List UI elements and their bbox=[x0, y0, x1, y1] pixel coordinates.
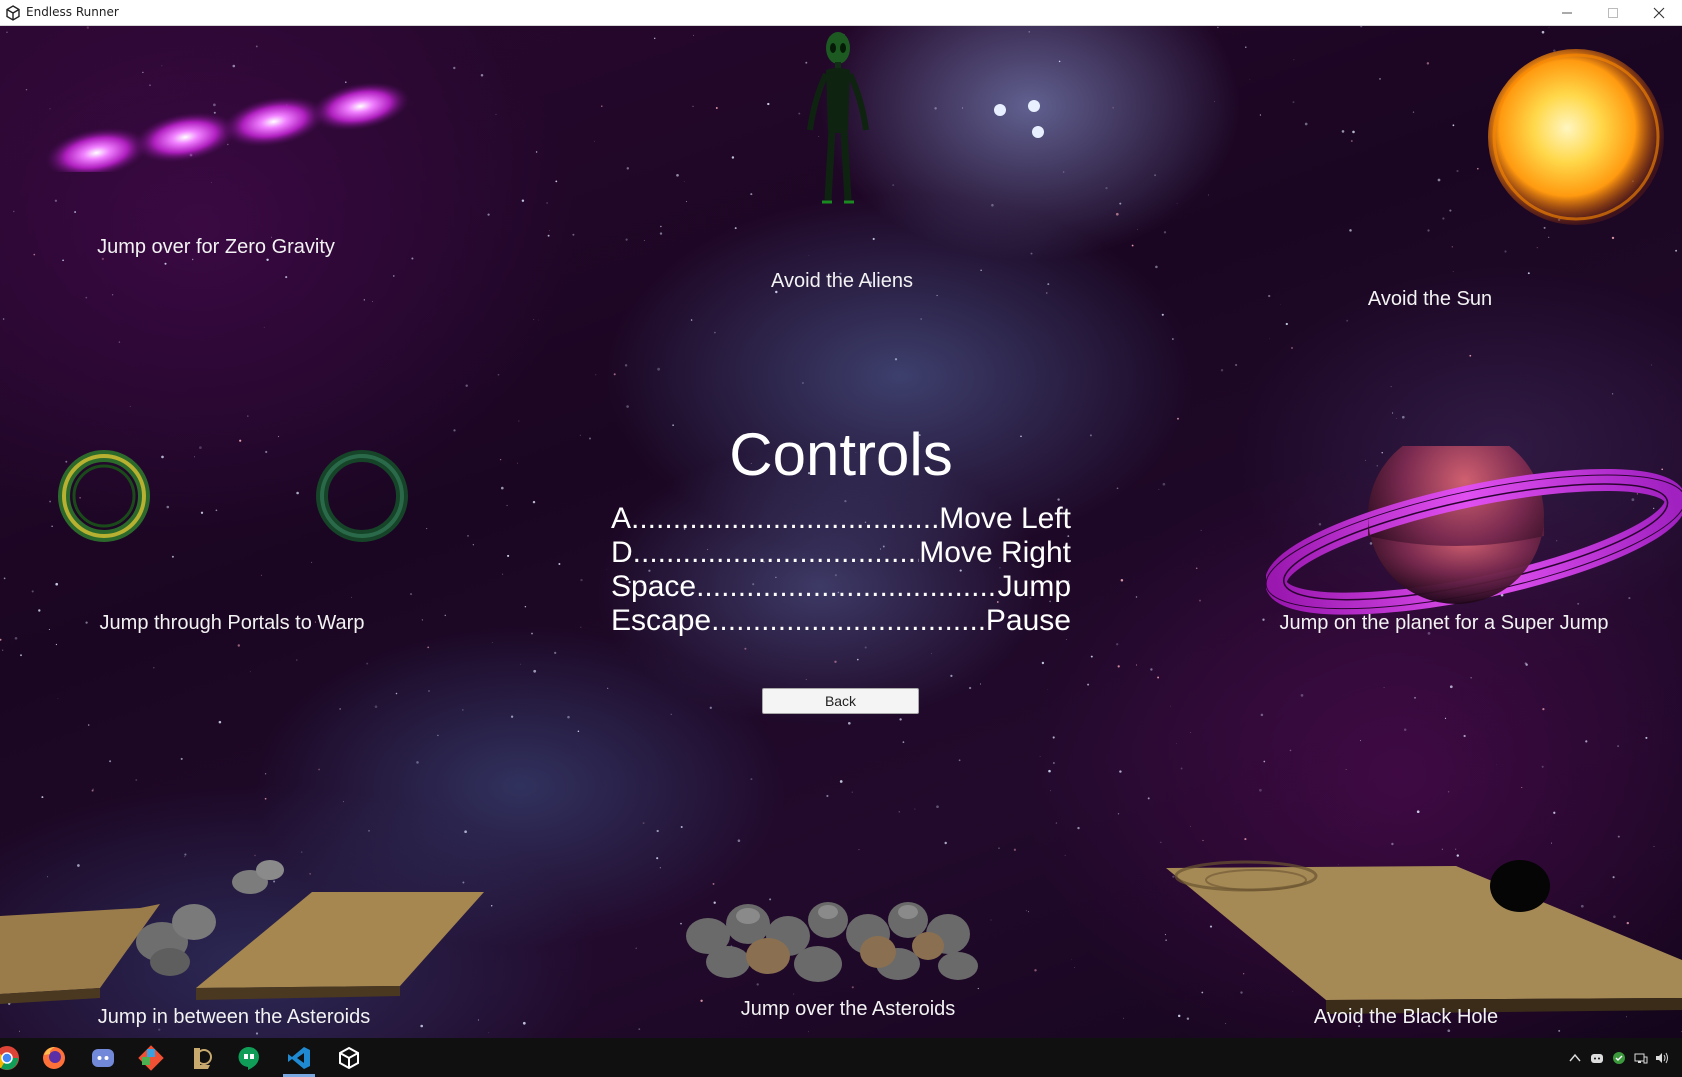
sun-icon bbox=[1488, 49, 1664, 225]
maximize-icon bbox=[1608, 8, 1618, 18]
ringed-planet-icon bbox=[1266, 446, 1682, 615]
git-icon[interactable] bbox=[138, 1045, 164, 1071]
hint-black-hole: Avoid the Black Hole bbox=[1313, 1006, 1499, 1028]
minimize-icon bbox=[1562, 12, 1572, 14]
hint-zero-gravity: Jump over for Zero Gravity bbox=[97, 236, 335, 258]
volume-icon[interactable] bbox=[1655, 1051, 1669, 1065]
shield-tray-icon[interactable] bbox=[1612, 1051, 1626, 1065]
control-action: Pause bbox=[985, 604, 1071, 637]
close-icon bbox=[1653, 7, 1665, 19]
hint-sun: Avoid the Sun bbox=[1367, 288, 1493, 310]
leader-dots bbox=[696, 570, 998, 604]
controls-list: A Move Left D Move Right Space Jump Esca… bbox=[611, 502, 1071, 638]
discord-tray-icon[interactable] bbox=[1590, 1051, 1604, 1065]
black-hole-platform-icon bbox=[1166, 860, 1682, 1014]
vscode-icon[interactable] bbox=[286, 1045, 312, 1071]
controls-title: Controls bbox=[729, 421, 953, 488]
control-row: A Move Left bbox=[611, 502, 1071, 536]
control-action: Move Right bbox=[919, 536, 1071, 569]
control-row: D Move Right bbox=[611, 536, 1071, 570]
league-icon[interactable] bbox=[188, 1045, 214, 1071]
back-button[interactable]: Back bbox=[762, 688, 919, 714]
network-icon[interactable] bbox=[1634, 1051, 1648, 1065]
maximize-button[interactable] bbox=[1590, 0, 1636, 26]
minimize-button[interactable] bbox=[1544, 0, 1590, 26]
control-row: Escape Pause bbox=[611, 604, 1071, 638]
portal-icon bbox=[316, 450, 408, 542]
chevron-up-icon[interactable] bbox=[1568, 1051, 1582, 1065]
leader-dots bbox=[711, 604, 986, 638]
control-key: Space bbox=[611, 570, 697, 603]
unity-icon[interactable] bbox=[336, 1045, 362, 1071]
alien-icon bbox=[807, 32, 869, 204]
control-row: Space Jump bbox=[611, 570, 1071, 604]
control-action: Move Left bbox=[939, 502, 1071, 535]
unity-icon bbox=[6, 5, 20, 21]
portal-icon bbox=[58, 450, 150, 542]
firefox-icon[interactable] bbox=[41, 1045, 67, 1071]
leader-dots bbox=[631, 502, 939, 536]
taskbar bbox=[0, 1038, 1682, 1077]
window-title: Endless Runner bbox=[26, 5, 119, 19]
control-key: D bbox=[611, 536, 633, 569]
control-action: Jump bbox=[997, 570, 1071, 603]
hint-planet: Jump on the planet for a Super Jump bbox=[1279, 612, 1609, 634]
leader-dots bbox=[633, 536, 920, 570]
discord-icon[interactable] bbox=[90, 1045, 116, 1071]
hangouts-icon[interactable] bbox=[236, 1045, 262, 1071]
hint-asteroids-over: Jump over the Asteroids bbox=[740, 998, 956, 1020]
control-key: A bbox=[611, 502, 632, 535]
game-viewport: Jump over for Zero Gravity Avoid the Ali… bbox=[0, 26, 1682, 1038]
asteroid-pile-icon bbox=[686, 902, 978, 982]
asteroid-gap-platforms-icon bbox=[0, 860, 484, 1004]
chrome-icon[interactable] bbox=[0, 1045, 20, 1071]
window-titlebar: Endless Runner bbox=[0, 0, 1682, 26]
hint-asteroids-between: Jump in between the Asteroids bbox=[97, 1006, 371, 1028]
zero-gravity-galaxies-icon bbox=[45, 82, 410, 172]
hint-portals: Jump through Portals to Warp bbox=[99, 612, 365, 634]
hint-aliens: Avoid the Aliens bbox=[771, 270, 913, 292]
control-key: Escape bbox=[611, 604, 712, 637]
close-button[interactable] bbox=[1636, 0, 1682, 26]
